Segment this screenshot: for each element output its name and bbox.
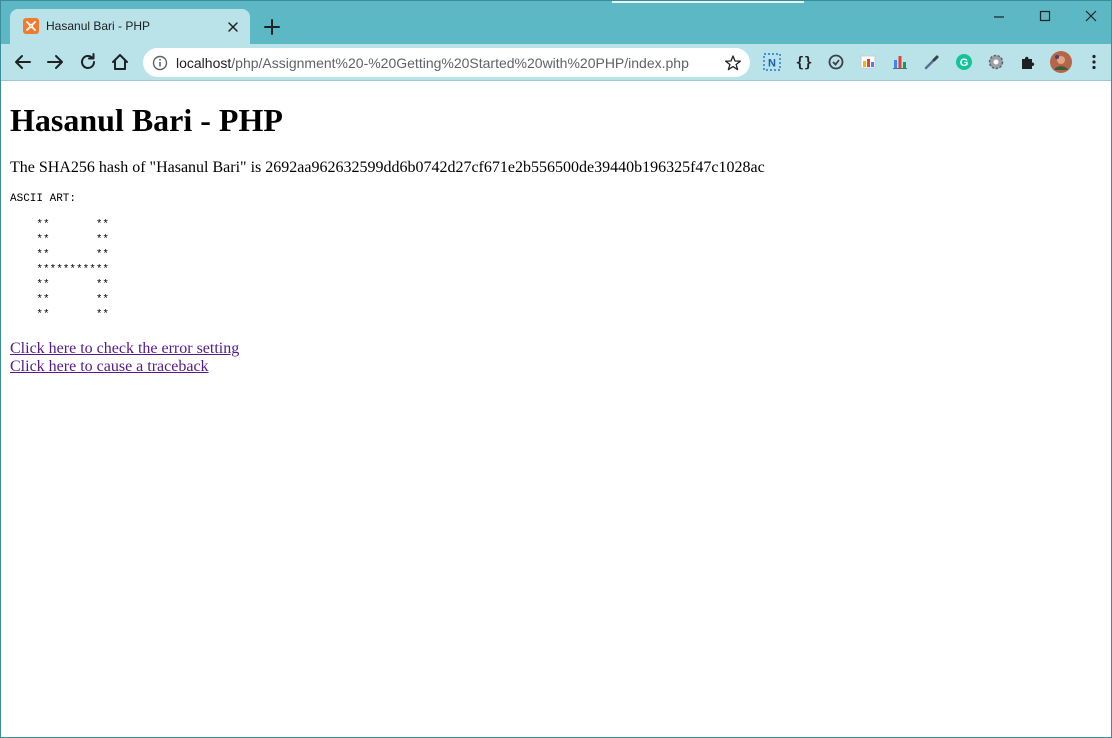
settings-gear-icon[interactable]	[986, 52, 1006, 72]
check-error-setting-link[interactable]: Click here to check the error setting	[10, 340, 239, 357]
color-palette-icon[interactable]	[858, 52, 878, 72]
close-window-icon[interactable]	[1081, 7, 1101, 27]
links-block: Click here to check the error setting Cl…	[10, 340, 1105, 376]
page-heading: Hasanul Bari - PHP	[10, 102, 283, 138]
forward-icon[interactable]	[44, 51, 66, 73]
bookmark-star-icon[interactable]	[724, 54, 742, 72]
browser-toolbar: localhost/php/Assignment%20-%20Getting%2…	[1, 44, 1111, 81]
back-icon[interactable]	[12, 51, 34, 73]
eyedropper-icon[interactable]	[922, 52, 942, 72]
window-drag-indicator	[612, 1, 804, 3]
browser-menu-icon[interactable]	[1084, 52, 1104, 72]
address-bar[interactable]: localhost/php/Assignment%20-%20Getting%2…	[143, 48, 750, 77]
url-text[interactable]: localhost/php/Assignment%20-%20Getting%2…	[176, 55, 689, 71]
sync-icon[interactable]	[826, 52, 846, 72]
svg-text:N: N	[768, 58, 776, 70]
browser-tab[interactable]: Hasanul Bari - PHP	[10, 9, 250, 44]
puzzle-extensions-icon[interactable]	[1018, 52, 1038, 72]
url-host: localhost	[176, 55, 232, 71]
tab-title: Hasanul Bari - PHP	[46, 19, 151, 33]
ascii-art-label: ASCII ART:	[10, 193, 77, 205]
notion-web-clipper-icon[interactable]: N	[762, 52, 782, 72]
maximize-icon[interactable]	[1035, 7, 1055, 27]
json-formatter-icon[interactable]: {}	[794, 52, 814, 72]
browser-window: Hasanul Bari - PHP localhost/php/Assignm…	[0, 0, 1112, 738]
svg-text:{}: {}	[796, 55, 813, 71]
new-tab-icon[interactable]	[261, 16, 283, 38]
cause-traceback-link[interactable]: Click here to cause a traceback	[10, 358, 209, 375]
site-info-icon[interactable]	[152, 55, 168, 71]
tab-close-icon[interactable]	[224, 18, 242, 36]
ascii-art-block: ** ** ** ** ** ** *********** ** ** ** *…	[36, 219, 110, 321]
svg-text:G: G	[960, 57, 969, 69]
profile-avatar[interactable]	[1050, 51, 1072, 73]
xampp-icon	[23, 18, 39, 34]
url-path: /php/Assignment%20-%20Getting%20Started%…	[231, 55, 689, 71]
grammarly-icon[interactable]: G	[954, 52, 974, 72]
reload-icon[interactable]	[77, 51, 99, 73]
page-content: Hasanul Bari - PHP The SHA256 hash of "H…	[10, 81, 1105, 376]
sha256-hash-text: The SHA256 hash of "Hasanul Bari" is 269…	[10, 159, 765, 176]
tab-strip: Hasanul Bari - PHP	[1, 1, 1111, 44]
minimize-icon[interactable]	[989, 7, 1009, 27]
bar-chart-icon[interactable]	[890, 52, 910, 72]
home-icon[interactable]	[109, 51, 131, 73]
